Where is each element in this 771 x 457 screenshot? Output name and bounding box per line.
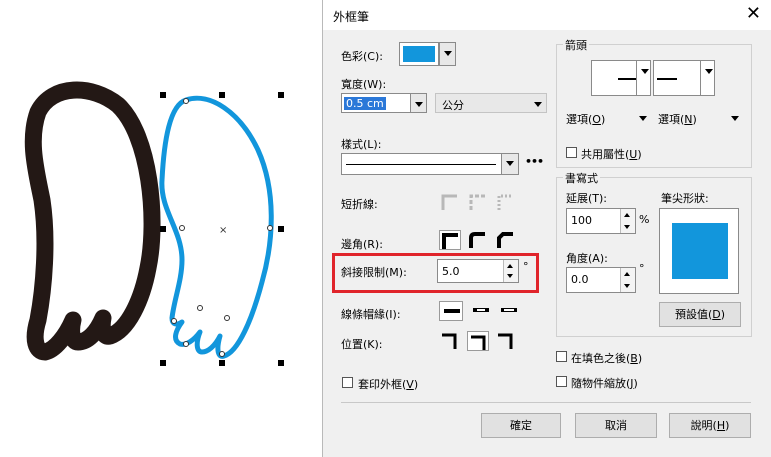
black-wing-shape[interactable] bbox=[24, 81, 161, 361]
outline-pen-dialog: 外框筆 ✕ 色彩(C): 寬度(W): 0.5 cm 公分 樣式(L): •••… bbox=[322, 0, 771, 457]
position-label: 位置(K): bbox=[341, 338, 383, 351]
width-value: 0.5 cm bbox=[344, 97, 386, 110]
color-picker-button[interactable] bbox=[399, 42, 439, 66]
line-cap-label: 線條帽緣(I): bbox=[341, 308, 401, 321]
angle-label: 角度(A): bbox=[566, 252, 608, 265]
stretch-label: 延展(T): bbox=[566, 192, 608, 205]
style-more-button[interactable]: ••• bbox=[525, 155, 544, 168]
nib-shape-square bbox=[672, 223, 728, 279]
share-attributes-label: 共用屬性(U) bbox=[581, 148, 642, 161]
style-preview-line bbox=[346, 164, 496, 165]
stretch-spinner[interactable]: 100 bbox=[566, 208, 636, 234]
footer-separator bbox=[341, 402, 751, 403]
nib-shape-preview[interactable] bbox=[659, 208, 739, 294]
canvas-svg: × bbox=[24, 81, 284, 366]
width-label: 寬度(W): bbox=[341, 78, 387, 91]
corner-round-button[interactable] bbox=[467, 230, 489, 250]
cap-round-button[interactable] bbox=[469, 301, 493, 321]
arrows-title: 箭頭 bbox=[563, 37, 589, 53]
drawing-canvas[interactable]: × bbox=[0, 0, 322, 457]
style-label: 樣式(L): bbox=[341, 138, 382, 151]
angle-unit: ° bbox=[639, 262, 645, 275]
arrow-options-left[interactable]: 選項(O) bbox=[563, 108, 651, 128]
miter-value: 5.0 bbox=[442, 265, 460, 278]
corner-label: 邊角(R): bbox=[341, 238, 383, 251]
width-dropdown-arrow[interactable] bbox=[410, 93, 427, 113]
angle-value: 0.0 bbox=[571, 273, 589, 286]
default-button[interactable]: 預設值(D) bbox=[659, 302, 741, 327]
color-label: 色彩(C): bbox=[341, 50, 383, 63]
miter-unit: ° bbox=[523, 260, 529, 273]
position-center-button[interactable] bbox=[467, 331, 489, 351]
width-unit-value: 公分 bbox=[442, 99, 464, 112]
share-attributes-checkbox[interactable] bbox=[566, 147, 577, 158]
color-swatch bbox=[403, 46, 435, 62]
title-bar: 外框筆 ✕ bbox=[323, 0, 771, 30]
miter-spinner[interactable]: 5.0 bbox=[437, 259, 519, 283]
width-unit-select[interactable]: 公分 bbox=[435, 93, 547, 113]
miter-label: 斜接限制(M): bbox=[341, 266, 407, 279]
close-icon[interactable]: ✕ bbox=[746, 4, 761, 24]
behind-fill-checkbox[interactable] bbox=[556, 351, 567, 362]
blue-wing-shape[interactable] bbox=[159, 95, 274, 359]
dialog-title: 外框筆 bbox=[333, 10, 370, 24]
scale-with-image-label: 隨物件縮放(J) bbox=[571, 377, 638, 390]
scale-with-image-checkbox[interactable] bbox=[556, 376, 567, 387]
corner-miter-button[interactable] bbox=[439, 230, 461, 250]
svg-text:×: × bbox=[219, 225, 227, 236]
overprint-label: 套印外框(V) bbox=[358, 378, 419, 391]
calligraphy-title: 書寫式 bbox=[563, 170, 600, 186]
help-button[interactable]: 說明(H) bbox=[669, 413, 751, 438]
overprint-checkbox[interactable] bbox=[342, 377, 353, 388]
start-arrow-select[interactable] bbox=[591, 60, 651, 96]
ok-button[interactable]: 確定 bbox=[481, 413, 561, 438]
dash-label: 短折線: bbox=[341, 198, 378, 211]
cap-butt-button[interactable] bbox=[439, 301, 463, 321]
cancel-button[interactable]: 取消 bbox=[575, 413, 657, 438]
angle-updown-arrows[interactable] bbox=[620, 268, 635, 292]
end-arrow-select[interactable] bbox=[653, 60, 715, 96]
corner-bevel-button[interactable] bbox=[495, 230, 517, 250]
angle-spinner[interactable]: 0.0 bbox=[566, 267, 636, 293]
position-inside-button[interactable] bbox=[495, 331, 517, 351]
position-outside-button[interactable] bbox=[439, 331, 461, 351]
style-combo[interactable] bbox=[341, 153, 519, 175]
arrow-options-right[interactable]: 選項(N) bbox=[655, 108, 743, 128]
nib-shape-label: 筆尖形狀: bbox=[661, 192, 709, 205]
miter-updown-arrows[interactable] bbox=[503, 260, 518, 282]
cap-square-button[interactable] bbox=[497, 301, 521, 321]
behind-fill-label: 在填色之後(B) bbox=[571, 352, 643, 365]
stretch-unit: % bbox=[639, 213, 650, 226]
stretch-updown-arrows[interactable] bbox=[620, 209, 635, 233]
stretch-value: 100 bbox=[571, 214, 592, 227]
dash-options bbox=[441, 194, 513, 210]
color-dropdown-arrow[interactable] bbox=[439, 42, 456, 66]
